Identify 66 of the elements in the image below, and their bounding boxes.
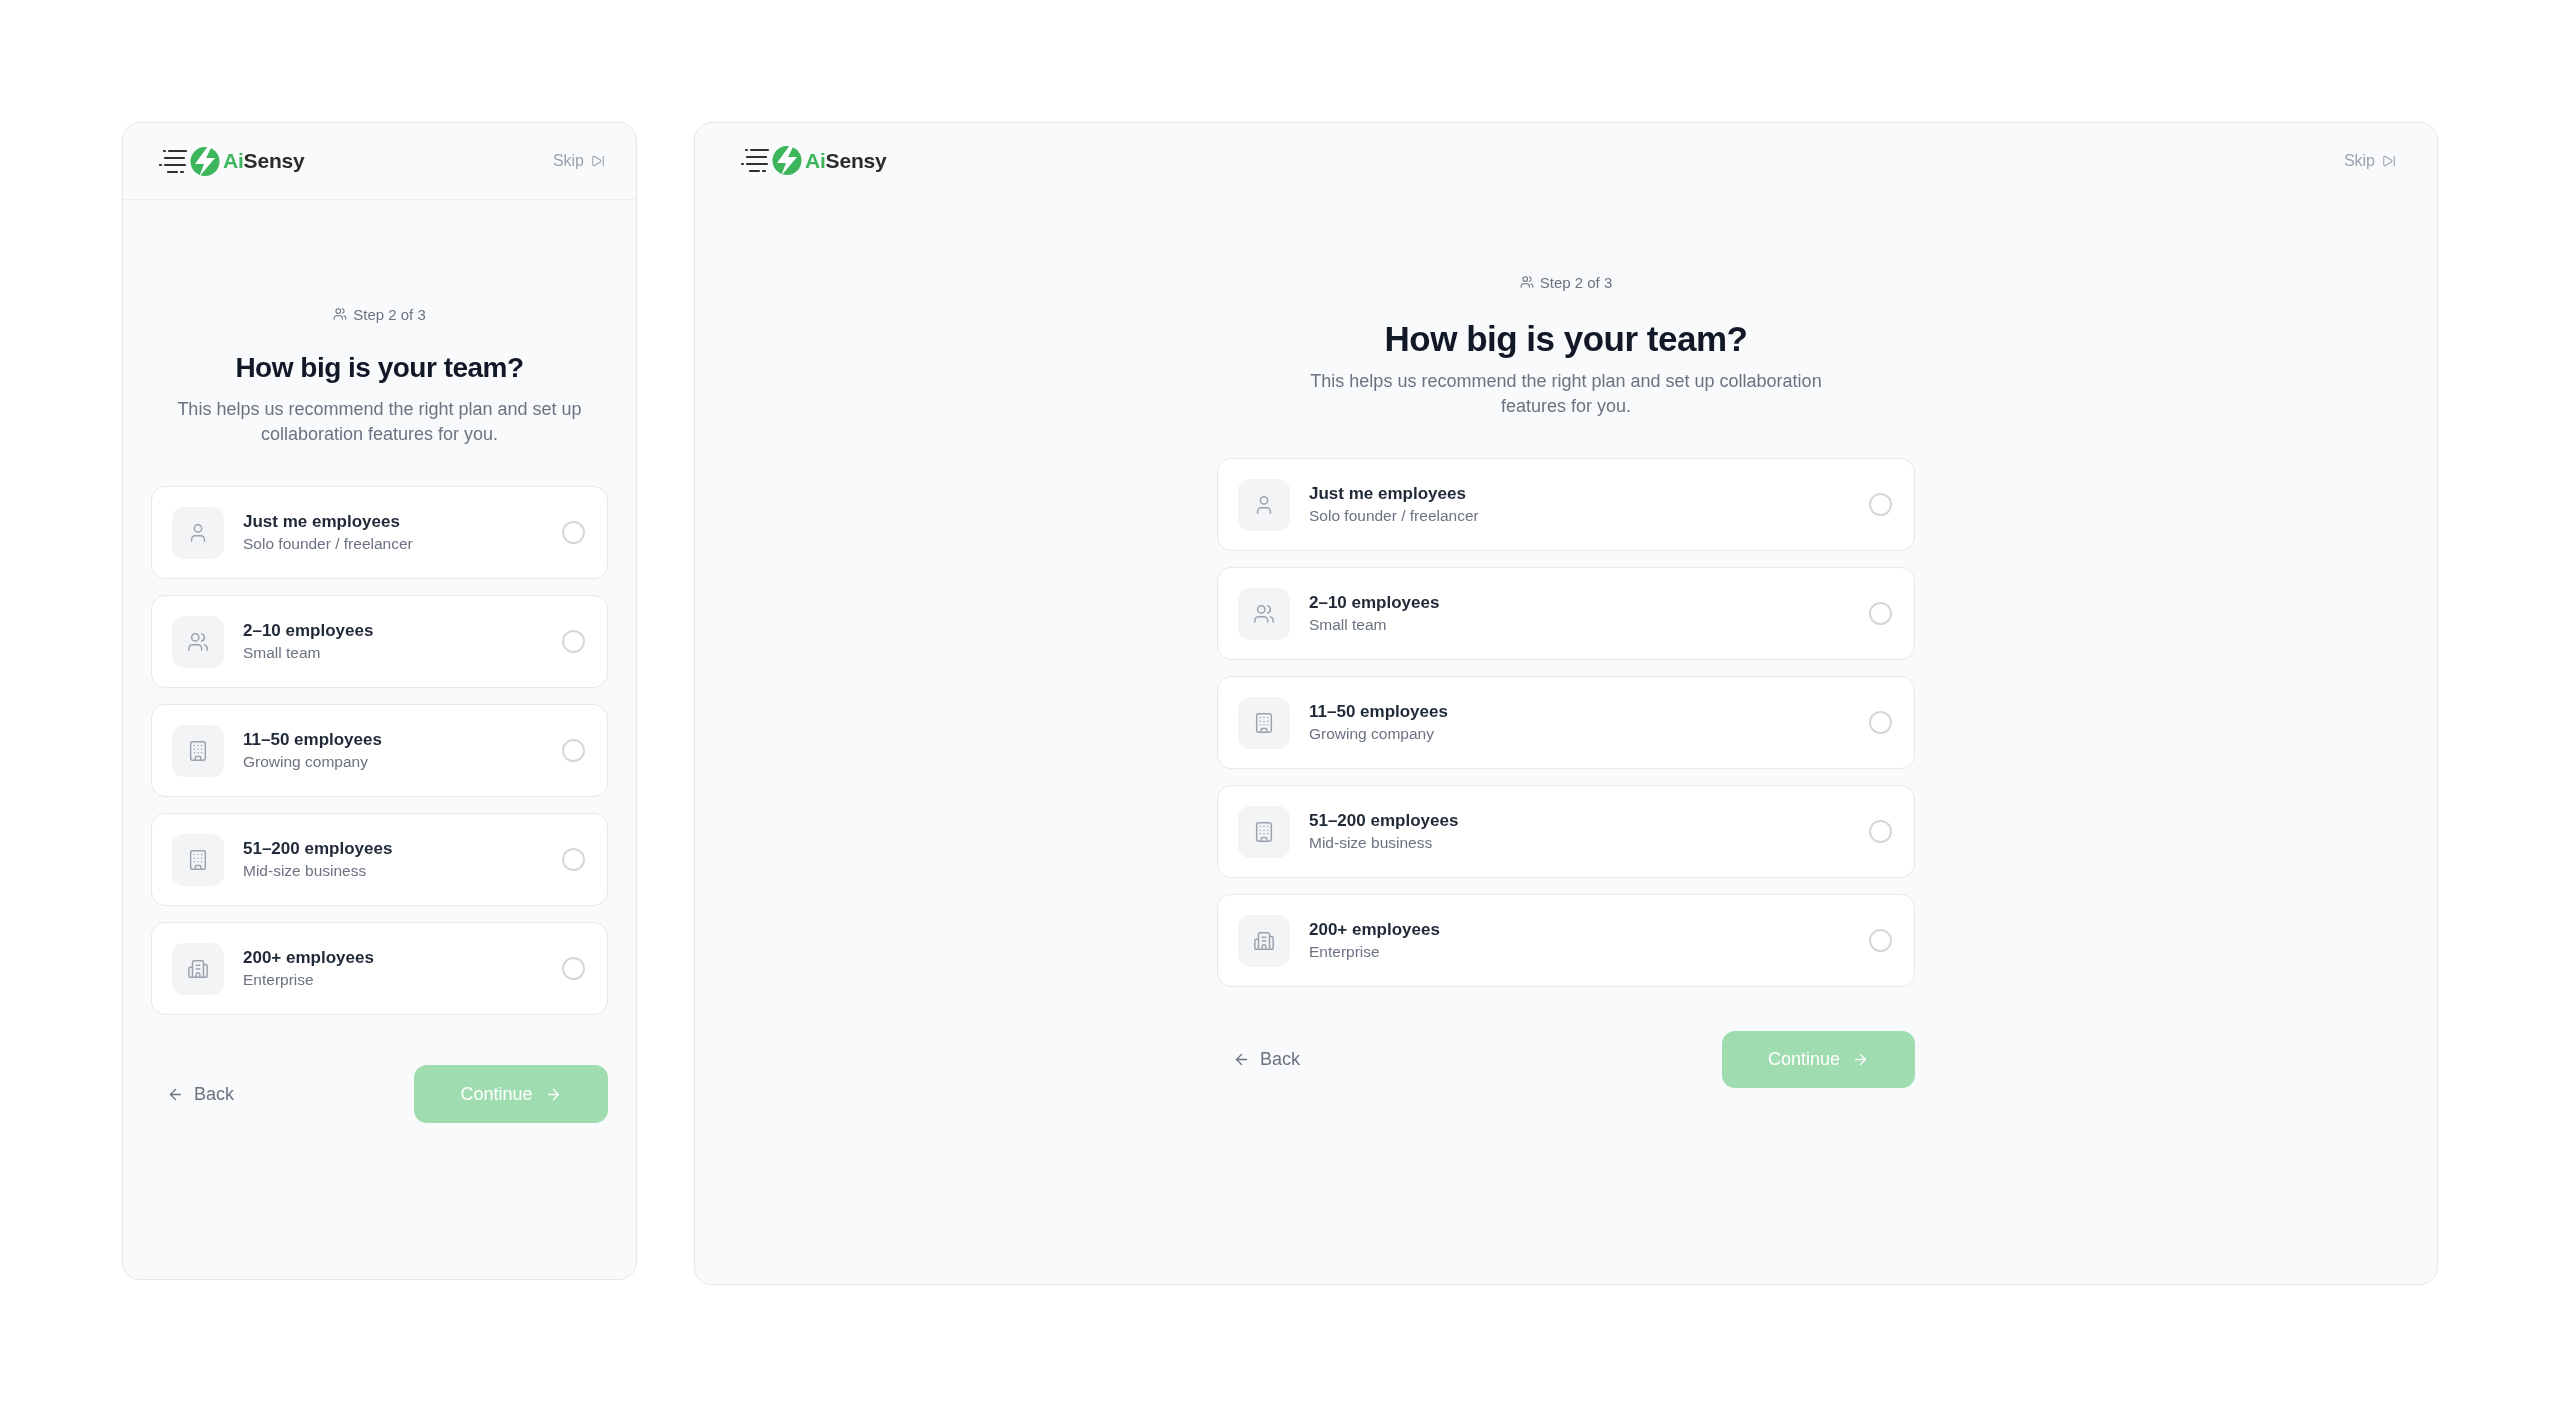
logo-icon (159, 145, 221, 177)
people-icon (1238, 587, 1290, 640)
radio-button[interactable] (562, 521, 585, 544)
page-title: How big is your team? (1384, 318, 1748, 360)
person-icon (1238, 478, 1290, 531)
skip-icon (2382, 153, 2396, 168)
radio-button[interactable] (1869, 602, 1892, 625)
radio-button[interactable] (1869, 820, 1892, 843)
option-description: Growing company (243, 753, 368, 771)
building-icon (172, 724, 224, 777)
option-card[interactable]: 11–50 employees Growing company (151, 704, 608, 797)
brand-name: AiSensy (805, 148, 887, 173)
building-icon (1238, 696, 1290, 749)
option-card[interactable]: 200+ employees Enterprise (1217, 894, 1915, 987)
option-card[interactable]: 51–200 employees Mid-size business (1217, 785, 1915, 878)
back-button[interactable]: Back (1217, 1037, 1317, 1082)
logo-icon (741, 145, 803, 176)
option-description: Solo founder / freelancer (1309, 507, 1479, 525)
radio-button[interactable] (1869, 711, 1892, 734)
option-card[interactable]: Just me employees Solo founder / freelancer (151, 486, 608, 579)
people-icon (172, 615, 224, 668)
office-buildings-icon (1238, 914, 1290, 967)
option-card[interactable]: 51–200 employees Mid-size business (151, 813, 608, 906)
office-buildings-icon (172, 942, 224, 995)
building-icon (172, 833, 224, 886)
step-label: Step 2 of 3 (353, 305, 426, 323)
option-description: Mid-size business (1309, 834, 1433, 852)
option-description: Enterprise (243, 971, 314, 989)
option-title: 2–10 employees (243, 621, 374, 641)
back-button[interactable]: Back (151, 1072, 251, 1116)
option-description: Small team (1309, 616, 1387, 634)
option-description: Growing company (1309, 725, 1434, 743)
skip-icon (591, 154, 605, 168)
radio-button[interactable] (562, 848, 585, 871)
person-icon (172, 506, 224, 559)
option-title: 200+ employees (243, 948, 374, 968)
option-card[interactable]: 2–10 employees Small team (1217, 567, 1915, 660)
radio-button[interactable] (1869, 493, 1892, 516)
page-title: How big is your team? (235, 351, 524, 385)
building-icon (1238, 805, 1290, 858)
option-card[interactable]: 200+ employees Enterprise (151, 922, 608, 1015)
option-title: 51–200 employees (243, 839, 393, 859)
brand-name: AiSensy (223, 149, 305, 173)
people-icon (1519, 275, 1534, 289)
radio-button[interactable] (562, 957, 585, 980)
option-title: 11–50 employees (243, 730, 382, 750)
option-card[interactable]: 11–50 employees Growing company (1217, 676, 1915, 769)
step-label: Step 2 of 3 (1539, 273, 1613, 291)
option-card[interactable]: 2–10 employees Small team (151, 595, 608, 688)
option-description: Small team (243, 644, 321, 662)
option-description: Enterprise (1309, 943, 1380, 961)
option-description: Solo founder / freelancer (243, 535, 413, 553)
radio-button[interactable] (562, 739, 585, 762)
option-title: Just me employees (1309, 484, 1466, 504)
option-title: Just me employees (243, 512, 400, 532)
people-icon (333, 307, 348, 321)
page-subtitle: This helps us recommend the right plan and set up collaboration features for you. (1309, 370, 1823, 418)
option-description: Mid-size business (243, 862, 367, 880)
page-subtitle: This helps us recommend the right plan and set up collaboration features for you. (176, 398, 583, 446)
radio-button[interactable] (562, 630, 585, 653)
option-card[interactable]: Just me employees Solo founder / freelancer (1217, 458, 1915, 551)
radio-button[interactable] (1869, 929, 1892, 952)
option-title: 51–200 employees (1309, 811, 1459, 831)
option-title: 200+ employees (1309, 920, 1440, 940)
option-title: 11–50 employees (1309, 702, 1448, 722)
option-title: 2–10 employees (1309, 593, 1440, 613)
